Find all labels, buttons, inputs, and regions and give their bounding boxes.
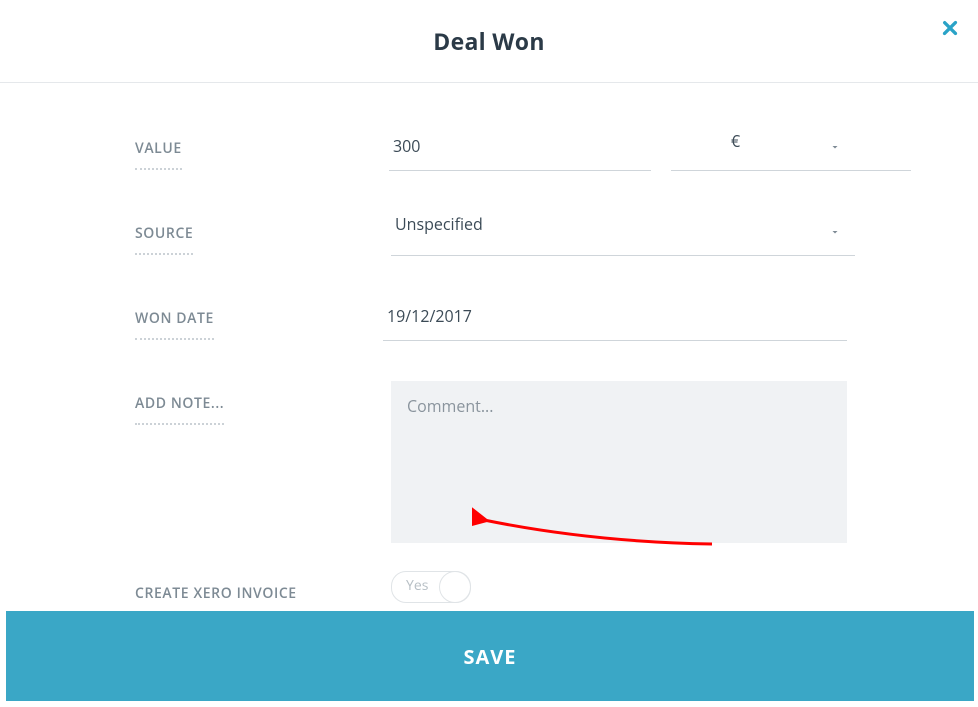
label-source: SOURCE xyxy=(135,224,193,255)
form-body: VALUE € SOURCE Unspecified xyxy=(135,126,847,618)
row-source: SOURCE Unspecified xyxy=(135,211,847,256)
field-value: € xyxy=(389,126,847,171)
toggle-label: Yes xyxy=(406,576,428,595)
label-won-date: WON DATE xyxy=(135,309,214,340)
note-textarea[interactable] xyxy=(391,381,847,543)
save-button[interactable]: SAVE xyxy=(6,611,974,701)
label-add-note: ADD NOTE... xyxy=(135,394,224,425)
source-select[interactable]: Unspecified xyxy=(391,211,847,256)
row-note: ADD NOTE... xyxy=(135,381,847,543)
modal-header: Deal Won xyxy=(0,0,978,83)
row-value: VALUE € xyxy=(135,126,847,171)
currency-select[interactable]: € xyxy=(671,126,847,171)
label-cell: VALUE xyxy=(135,126,389,170)
modal-title: Deal Won xyxy=(0,0,978,82)
source-value: Unspecified xyxy=(391,211,855,256)
field-source: Unspecified xyxy=(391,211,847,256)
label-cell: CREATE XERO INVOICE xyxy=(135,571,391,615)
won-date-input[interactable] xyxy=(383,296,847,341)
save-label: SAVE xyxy=(463,643,516,670)
toggle-knob xyxy=(439,571,471,603)
label-cell: WON DATE xyxy=(135,296,383,340)
value-input[interactable] xyxy=(389,126,651,171)
field-won-date xyxy=(383,296,847,341)
close-icon xyxy=(940,21,960,43)
close-button[interactable] xyxy=(940,18,960,43)
label-cell: ADD NOTE... xyxy=(135,381,391,425)
label-value: VALUE xyxy=(135,139,182,170)
field-note xyxy=(391,381,847,543)
xero-toggle[interactable]: Yes xyxy=(391,571,471,603)
label-cell: SOURCE xyxy=(135,211,391,255)
row-won-date: WON DATE xyxy=(135,296,847,341)
